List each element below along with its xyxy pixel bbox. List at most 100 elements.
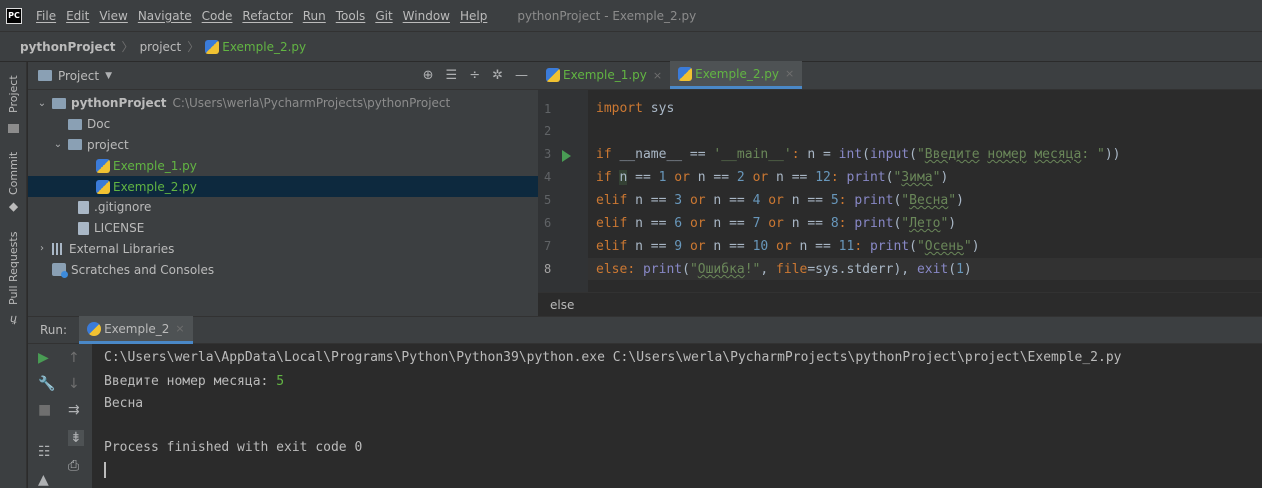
tree-label: External Libraries — [69, 241, 175, 256]
tree-label: Scratches and Consoles — [71, 262, 215, 277]
menu-file[interactable]: File — [36, 9, 56, 23]
menu-edit[interactable]: Edit — [66, 9, 89, 23]
line-number: 8 — [544, 262, 552, 276]
tree-item-external-libraries[interactable]: › External Libraries — [28, 239, 538, 260]
code-line-5: elif n == 3 or n == 4 or n == 5: print("… — [596, 193, 964, 208]
close-icon[interactable]: × — [653, 69, 662, 82]
libraries-icon — [52, 242, 64, 255]
menu-code[interactable]: Code — [202, 9, 233, 23]
code-line-3: if __name__ == '__main__': n = int(input… — [596, 147, 1121, 162]
line-number: 7 — [544, 239, 552, 253]
up-arrow-icon[interactable]: ↑ — [68, 350, 80, 366]
tree-item-exemple-1[interactable]: Exemple_1.py — [28, 155, 538, 176]
python-file-icon — [96, 179, 110, 194]
close-icon[interactable]: × — [785, 67, 794, 80]
tree-label: pythonProject — [71, 96, 167, 111]
commit-tool-tab[interactable]: Commit — [0, 148, 27, 198]
code-editor[interactable]: 1 2 3 4 5 6 7 8 import sys if __name__ =… — [538, 90, 1262, 292]
commit-icon: ◆ — [6, 201, 21, 215]
menu-refactor[interactable]: Refactor — [242, 9, 292, 23]
run-label: Run: — [40, 323, 68, 337]
console-finished: Process finished with exit code 0 — [104, 440, 363, 455]
scroll-to-end-icon[interactable]: ⇟ — [68, 430, 84, 446]
dropdown-icon[interactable]: ▼ — [105, 71, 112, 81]
chevron-down-icon[interactable]: ⌄ — [52, 139, 64, 150]
scratches-icon — [52, 263, 68, 279]
python-file-icon — [96, 158, 110, 173]
menu-git[interactable]: Git — [375, 9, 392, 23]
collapse-all-icon[interactable]: ÷ — [469, 68, 480, 83]
chevron-right-icon[interactable]: › — [36, 243, 48, 254]
line-number: 5 — [544, 193, 552, 207]
menu-bar: PC File Edit View Navigate Code Refactor… — [0, 0, 1262, 32]
line-number: 4 — [544, 170, 552, 184]
menu-help[interactable]: Help — [460, 9, 487, 23]
breadcrumb-folder[interactable]: project — [140, 40, 182, 54]
left-tool-strip: Project Commit ◆ Pull Requests ℏ — [0, 62, 27, 488]
tree-label: project — [87, 137, 129, 152]
menu-window[interactable]: Window — [403, 9, 450, 23]
folder-icon — [68, 139, 82, 151]
expand-all-icon[interactable]: ☰ — [446, 68, 458, 83]
tab-exemple-2[interactable]: Exemple_2.py × — [670, 61, 803, 89]
menu-run[interactable]: Run — [303, 9, 326, 23]
locate-icon[interactable]: ⊕ — [423, 68, 434, 83]
tab-run-exemple-2[interactable]: Exemple_2 × — [79, 316, 193, 344]
tree-item-doc[interactable]: Doc — [28, 114, 538, 135]
tree-item-exemple-2[interactable]: Exemple_2.py — [28, 176, 538, 197]
tree-item-gitignore[interactable]: .gitignore — [28, 197, 538, 218]
soft-wrap-icon[interactable]: ⇉ — [68, 402, 80, 418]
line-number: 6 — [544, 216, 552, 230]
python-file-icon — [205, 39, 220, 54]
run-toolbar: ▶ ↑ 🔧 ↓ ■ ⇉ ⇟ ☷ ⎙ ▲ — [28, 344, 92, 488]
console-prompt: Введите номер месяца: — [104, 374, 277, 389]
breadcrumb-project[interactable]: pythonProject — [20, 40, 116, 54]
text-file-icon — [78, 221, 89, 235]
down-arrow-icon[interactable]: ↓ — [68, 376, 80, 392]
run-gutter-icon[interactable] — [562, 150, 571, 162]
run-panel-header: Run: Exemple_2 × — [28, 316, 1262, 344]
pycharm-logo-icon[interactable]: PC — [6, 7, 22, 24]
stop-icon[interactable]: ■ — [38, 402, 51, 418]
console-input: 5 — [276, 374, 285, 389]
line-number: 2 — [544, 124, 552, 138]
breadcrumb: pythonProject 〉 project 〉 Exemple_2.py — [0, 32, 1262, 62]
run-console[interactable]: C:\Users\werla\AppData\Local\Programs\Py… — [92, 344, 1262, 488]
menu-navigate[interactable]: Navigate — [138, 9, 192, 23]
tree-label: .gitignore — [94, 200, 152, 215]
close-icon[interactable]: × — [175, 322, 184, 335]
tree-item-project[interactable]: ⌄ project — [28, 135, 538, 156]
menu-tools[interactable]: Tools — [336, 9, 366, 23]
breadcrumb-file[interactable]: Exemple_2.py — [222, 40, 306, 54]
code-line-8: else: print("Ошибка!", file=sys.stderr),… — [596, 262, 972, 277]
tree-item-scratches[interactable]: Scratches and Consoles — [28, 259, 538, 280]
tree-item-root[interactable]: ⌄ pythonProject C:\Users\werla\PycharmPr… — [28, 93, 538, 114]
layout-icon[interactable]: ☷ — [38, 444, 51, 460]
code-line-4: if n == 1 or n == 2 or n == 12: print("З… — [596, 170, 949, 185]
folder-icon — [8, 124, 19, 133]
project-panel-title[interactable]: Project — [58, 69, 99, 83]
wrench-icon[interactable]: 🔧 — [38, 376, 55, 392]
tree-item-license[interactable]: LICENSE — [28, 218, 538, 239]
code-line-6: elif n == 6 or n == 7 or n == 8: print("… — [596, 216, 957, 231]
print-icon[interactable]: ⎙ — [68, 458, 79, 474]
folder-icon — [68, 118, 82, 130]
console-prompt-line: Введите номер месяца: 5 — [104, 374, 284, 389]
gutter: 1 2 3 4 5 6 7 8 — [538, 90, 588, 292]
project-panel: Project ▼ ⊕ ☰ ÷ ✲ — ⌄ pythonProject C:\U… — [28, 62, 538, 316]
console-output: Весна — [104, 396, 144, 411]
rerun-icon[interactable]: ▶ — [38, 350, 49, 366]
python-run-icon — [87, 321, 102, 336]
project-tool-tab[interactable]: Project — [0, 68, 27, 120]
tab-exemple-1[interactable]: Exemple_1.py × — [538, 61, 670, 89]
chevron-down-icon[interactable]: ⌄ — [36, 98, 48, 109]
project-folder-icon — [38, 70, 52, 81]
gear-icon[interactable]: ✲ — [492, 68, 503, 83]
hide-icon[interactable]: — — [515, 68, 528, 83]
console-command-line: C:\Users\werla\AppData\Local\Programs\Py… — [104, 350, 1122, 365]
pull-requests-tool-tab[interactable]: Pull Requests — [0, 226, 27, 310]
pin-icon[interactable]: ▲ — [38, 472, 49, 488]
menu-view[interactable]: View — [99, 9, 127, 23]
tree-path: C:\Users\werla\PycharmProjects\pythonPro… — [172, 96, 451, 111]
tree-label: Exemple_1.py — [113, 158, 197, 173]
